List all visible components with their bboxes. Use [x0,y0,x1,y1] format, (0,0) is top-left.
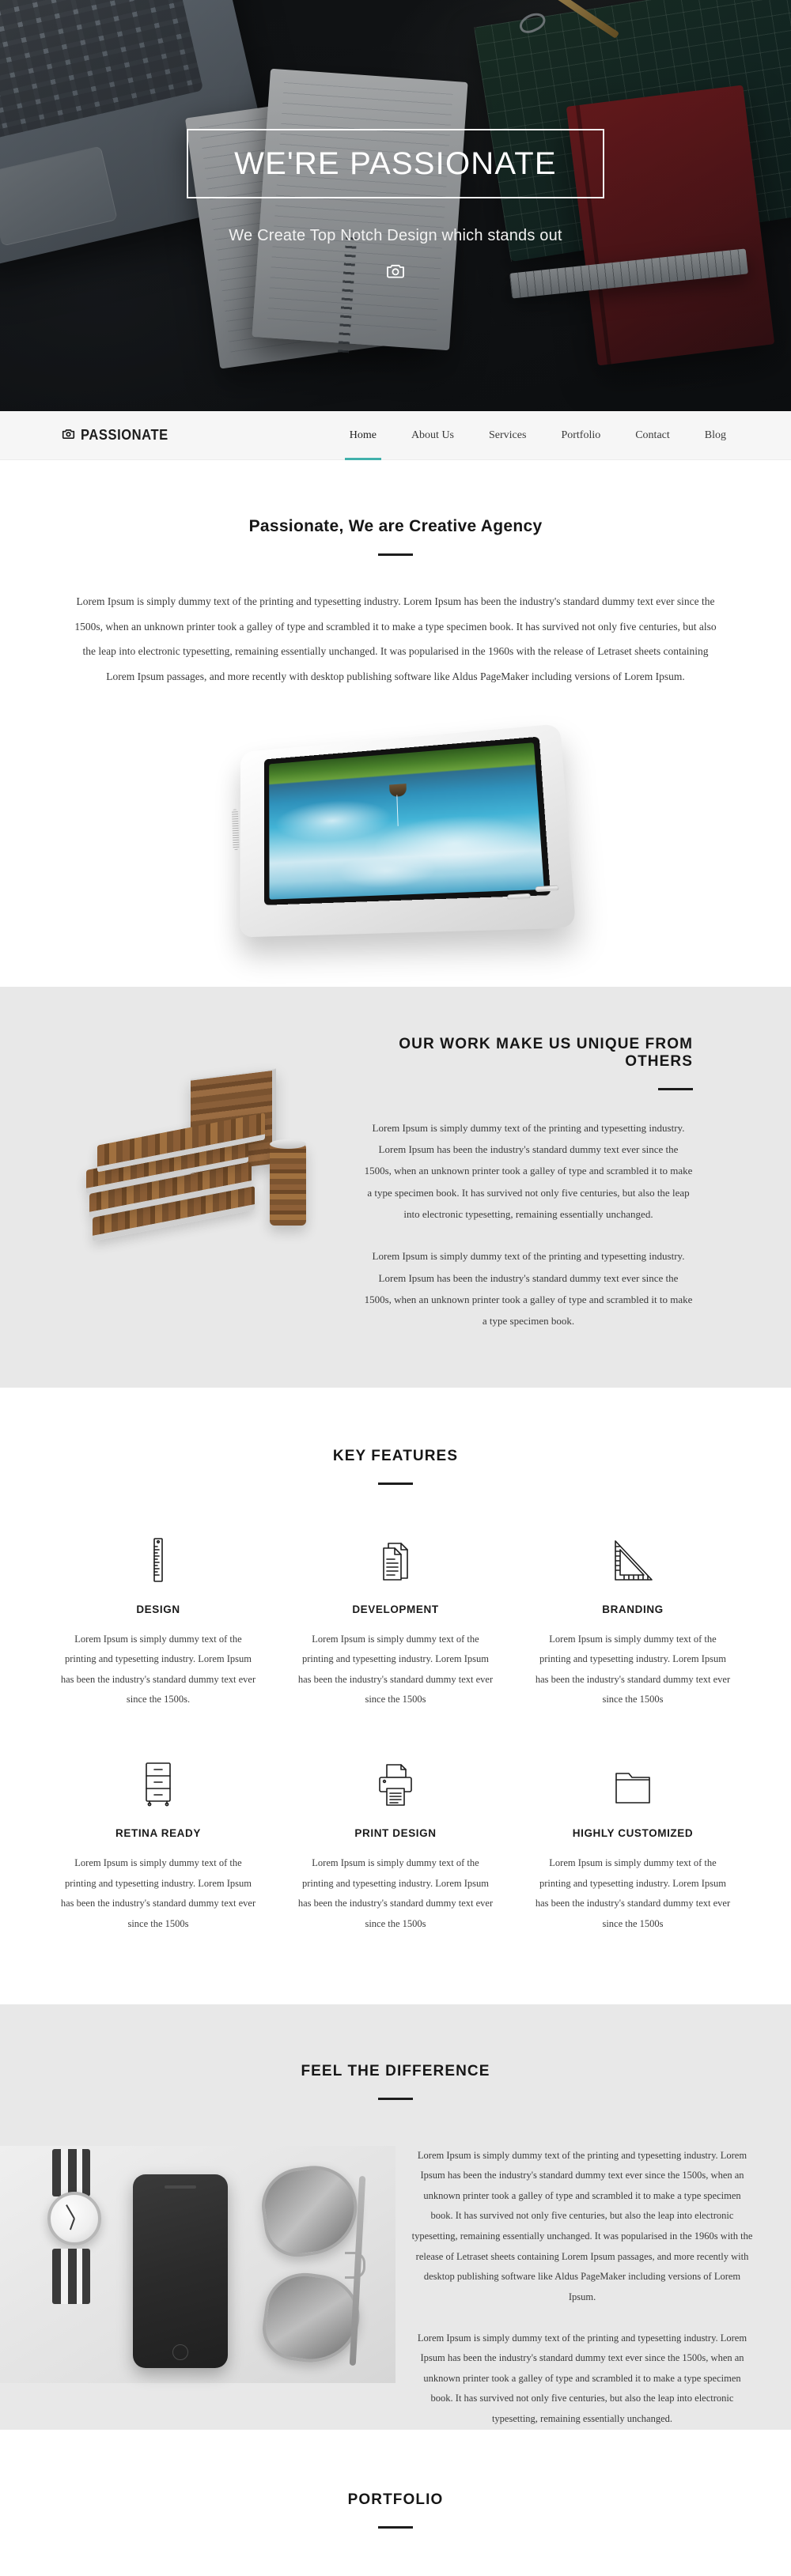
features-grid: DESIGN Lorem Ipsum is simply dummy text … [40,1534,751,1935]
feature-text: Lorem Ipsum is simply dummy text of the … [60,1633,256,1705]
ruler-icon [60,1534,256,1583]
feature-text: Lorem Ipsum is simply dummy text of the … [535,1633,731,1705]
unique-paragraph-2: Lorem Ipsum is simply dummy text of the … [364,1250,693,1328]
intro-section: Passionate, We are Creative Agency Lorem… [0,460,791,987]
feature-card: DESIGN Lorem Ipsum is simply dummy text … [40,1534,277,1711]
hero-title: WE'RE PASSIONATE [234,146,557,181]
feature-text: Lorem Ipsum is simply dummy text of the … [297,1857,494,1929]
features-title: KEY FEATURES [332,1447,459,1464]
feature-text: Lorem Ipsum is simply dummy text of the … [60,1857,256,1929]
feature-name: DESIGN [136,1603,180,1615]
portfolio-title: PORTFOLIO [347,2491,444,2508]
documents-icon [297,1534,494,1583]
feature-card: BRANDING Lorem Ipsum is simply dummy tex… [514,1534,751,1711]
printer-icon [297,1758,494,1807]
unique-section: OUR WORK MAKE US UNIQUE FROM OTHERS Lore… [0,986,791,1388]
intro-title: Passionate, We are Creative Agency [248,517,543,535]
hero-banner: WE'RE PASSIONATE We Create Top Notch Des… [0,0,791,411]
feature-card: DEVELOPMENT Lorem Ipsum is simply dummy … [277,1534,514,1711]
folder-icon [535,1758,731,1807]
nav-item-services[interactable]: Services [471,411,543,460]
unique-title: OUR WORK MAKE US UNIQUE FROM OTHERS [399,1035,693,1070]
feature-text: Lorem Ipsum is simply dummy text of the … [535,1857,731,1929]
intro-image [0,689,791,987]
features-divider [378,1482,413,1485]
difference-section: FEEL THE DIFFERENCE Lorem Ipsum is simpl… [0,2004,791,2430]
camera-logo-icon [62,428,75,444]
filing-cabinet-icon [60,1758,256,1807]
unique-image [0,1036,364,1273]
nav-item-home[interactable]: Home [332,411,394,460]
feature-text: Lorem Ipsum is simply dummy text of the … [297,1633,494,1705]
feature-name: DEVELOPMENT [352,1603,439,1615]
feature-card: HIGHLY CUSTOMIZED Lorem Ipsum is simply … [514,1758,751,1935]
difference-title: FEEL THE DIFFERENCE [301,2062,490,2079]
hero-title-box: WE'RE PASSIONATE [187,129,604,198]
intro-paragraph: Lorem Ipsum is simply dummy text of the … [74,595,717,683]
landing-page: WE'RE PASSIONATE We Create Top Notch Des… [0,0,791,2576]
nav-menu: Home About Us Services Portfolio Contact… [332,411,744,460]
hero-subtitle: We Create Top Notch Design which stands … [229,227,562,244]
nav-item-portfolio[interactable]: Portfolio [543,411,618,460]
brand-name: PASSIONATE [81,427,168,443]
feature-name: RETINA READY [115,1827,201,1840]
nav-item-contact[interactable]: Contact [618,411,687,460]
brand-logo[interactable]: PASSIONATE [62,427,176,444]
difference-image [0,2145,411,2383]
portfolio-divider [378,2525,413,2529]
portfolio-section: PORTFOLIO [0,2429,791,2576]
feature-name: PRINT DESIGN [354,1827,437,1840]
nav-item-blog[interactable]: Blog [687,411,744,460]
feature-card: PRINT DESIGN Lorem Ipsum is simply dummy… [277,1758,514,1935]
unique-divider [658,1087,693,1090]
intro-divider [378,553,413,556]
nav-item-about-us[interactable]: About Us [394,411,471,460]
feature-name: BRANDING [602,1603,664,1615]
set-square-icon [535,1534,731,1583]
feature-card: RETINA READY Lorem Ipsum is simply dummy… [40,1758,277,1935]
difference-paragraph-1: Lorem Ipsum is simply dummy text of the … [411,2149,753,2302]
key-features-section: KEY FEATURES DESIGN Lorem Ipsum is simpl… [0,1387,791,2004]
unique-paragraph-1: Lorem Ipsum is simply dummy text of the … [364,1121,693,1221]
camera-icon [386,263,405,282]
main-navigation: PASSIONATE Home About Us Services Portfo… [0,411,791,460]
difference-paragraph-2: Lorem Ipsum is simply dummy text of the … [417,2332,747,2425]
feature-name: HIGHLY CUSTOMIZED [572,1827,694,1840]
difference-divider [378,2097,413,2100]
